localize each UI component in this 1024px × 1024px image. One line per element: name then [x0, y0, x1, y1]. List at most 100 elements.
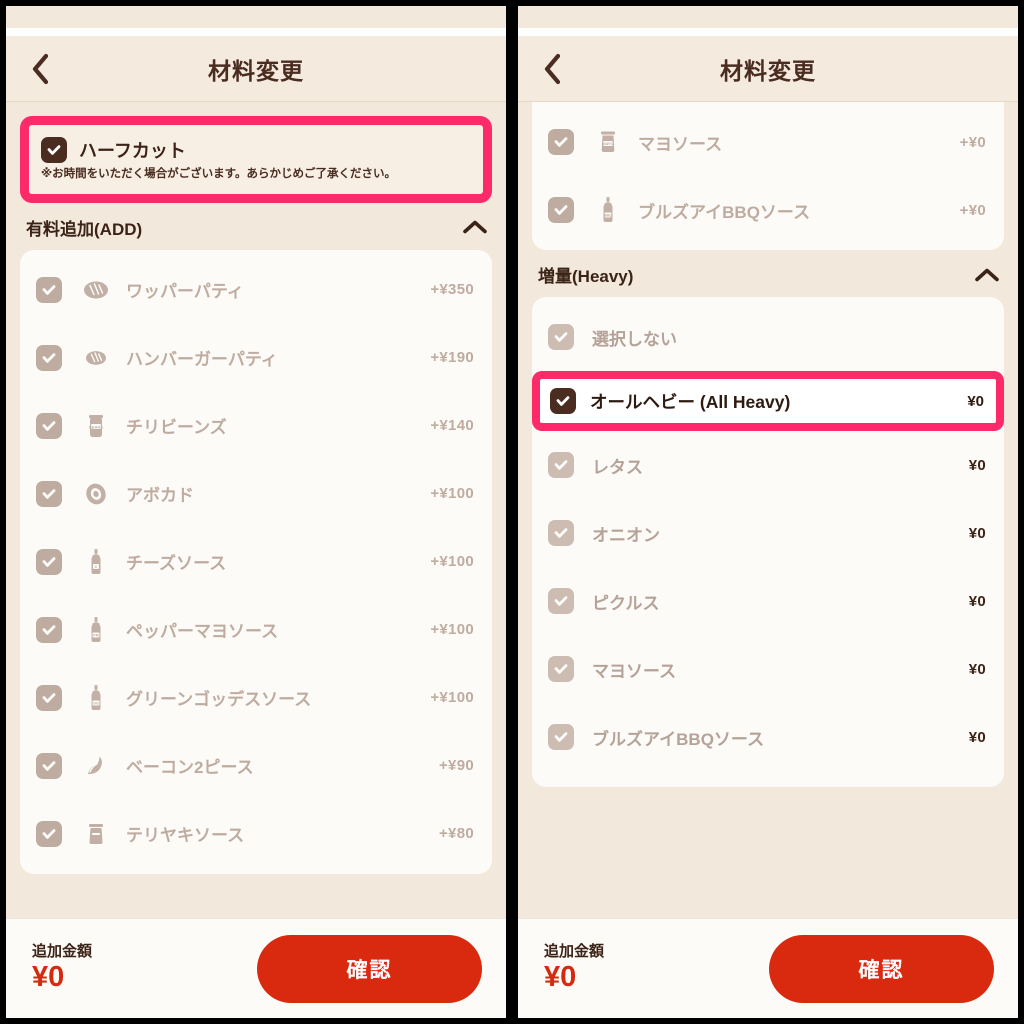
- item-checkbox[interactable]: [548, 724, 574, 750]
- table-row-none-option[interactable]: 選択しない: [532, 303, 1004, 371]
- page-title-left: 材料変更: [208, 57, 304, 84]
- check-icon: [46, 142, 62, 158]
- table-row[interactable]: テリヤキソース +¥80: [20, 800, 492, 868]
- table-row[interactable]: レタス ¥0: [532, 431, 1004, 499]
- table-row[interactable]: BEANS チリビーンズ +¥140: [20, 392, 492, 460]
- section-header-paid-add[interactable]: 有料追加(ADD): [20, 203, 492, 250]
- item-checkbox[interactable]: [36, 412, 62, 439]
- chevron-up-icon[interactable]: [974, 266, 1000, 284]
- right-scroll-body[interactable]: MAYO マヨソース +¥0 BBQ ブルズアイBBQソース +¥0 増量(He…: [518, 102, 1018, 918]
- paid-add-items-card: ワッパーパティ +¥350 ハンバーガーパティ +¥190 BEANS チリビー…: [20, 249, 492, 874]
- item-price: +¥100: [430, 689, 474, 707]
- table-row[interactable]: ハンバーガーパティ +¥190: [20, 324, 492, 392]
- item-checkbox[interactable]: [548, 197, 574, 223]
- back-button-left[interactable]: [20, 49, 60, 89]
- table-row[interactable]: ベーコン2ピース +¥90: [20, 732, 492, 800]
- back-button-right[interactable]: [532, 49, 572, 89]
- table-row[interactable]: アボカド +¥100: [20, 460, 492, 528]
- patty-icon: [76, 343, 116, 373]
- item-price: ¥0: [968, 592, 986, 610]
- item-price: +¥140: [430, 417, 474, 435]
- confirm-button-left[interactable]: 確認: [257, 934, 482, 1003]
- section-header-heavy[interactable]: 増量(Heavy): [532, 250, 1004, 297]
- item-label: レタス: [592, 457, 643, 477]
- halfcut-note: ※お時間をいただく場合がございます。あらかじめご了承ください。: [41, 168, 397, 180]
- left-phone-panel: 材料変更 ハーフカット ※お時間をいただく場合がございます。あらかじめご了承くだ…: [0, 0, 506, 1024]
- svg-text:C: C: [95, 564, 98, 569]
- item-checkbox[interactable]: [36, 820, 62, 847]
- table-row[interactable]: マヨソース ¥0: [532, 635, 1004, 703]
- item-label: テリヤキソース: [126, 826, 245, 846]
- table-row[interactable]: PM ペッパーマヨソース +¥100: [20, 596, 492, 664]
- item-price: +¥90: [439, 757, 474, 775]
- item-checkbox[interactable]: [548, 588, 574, 614]
- table-row[interactable]: BBQ ブルズアイBBQソース +¥0: [532, 176, 1004, 244]
- item-price: +¥190: [430, 349, 474, 367]
- patty-icon: [76, 275, 116, 305]
- table-row[interactable]: ブルズアイBBQソース ¥0: [532, 703, 1004, 771]
- white-band-right: [518, 28, 1018, 36]
- chevron-left-icon: [542, 53, 562, 85]
- item-label: ワッパーパティ: [126, 282, 244, 302]
- item-label: マヨソース: [638, 134, 723, 154]
- left-scroll-body[interactable]: ハーフカット ※お時間をいただく場合がございます。あらかじめご了承ください。 有…: [6, 102, 506, 918]
- all-heavy-option-row[interactable]: オールヘビー (All Heavy) ¥0: [540, 379, 996, 423]
- item-label: ブルズアイBBQソース: [592, 729, 765, 749]
- status-strip-right: [518, 6, 1018, 28]
- item-price: +¥0: [959, 133, 986, 151]
- item-price: ¥0: [968, 660, 986, 678]
- page-title-right: 材料変更: [720, 57, 816, 84]
- chevron-up-icon[interactable]: [462, 218, 488, 236]
- table-row[interactable]: ワッパーパティ +¥350: [20, 256, 492, 324]
- bbq-bottle-icon: BBQ: [588, 195, 628, 225]
- item-label: オニオン: [592, 525, 660, 545]
- item-checkbox[interactable]: [548, 656, 574, 682]
- item-checkbox[interactable]: [36, 616, 62, 643]
- item-checkbox[interactable]: [548, 520, 574, 546]
- halfcut-highlight-frame: ハーフカット ※お時間をいただく場合がございます。あらかじめご了承ください。: [20, 116, 492, 203]
- panel-divider: [509, 0, 515, 1024]
- app-header-left: 材料変更: [6, 36, 506, 102]
- item-checkbox[interactable]: [36, 276, 62, 303]
- item-price: +¥350: [430, 281, 474, 299]
- svg-text:MAYO: MAYO: [602, 142, 613, 146]
- all-heavy-checkbox[interactable]: [550, 388, 576, 414]
- item-checkbox[interactable]: [36, 344, 62, 371]
- additional-amount-label: 追加金額: [544, 943, 605, 961]
- item-price: +¥100: [430, 553, 474, 571]
- svg-text:BEANS: BEANS: [89, 424, 103, 429]
- additional-amount-label: 追加金額: [32, 943, 93, 961]
- item-checkbox[interactable]: [548, 452, 574, 478]
- all-heavy-price: ¥0: [967, 392, 984, 410]
- table-row[interactable]: ピクルス ¥0: [532, 567, 1004, 635]
- item-price: +¥100: [430, 485, 474, 503]
- item-price: ¥0: [968, 728, 986, 746]
- table-row[interactable]: C チーズソース +¥100: [20, 528, 492, 596]
- pepper-mayo-icon: PM: [76, 615, 116, 645]
- beans-can-icon: BEANS: [76, 411, 116, 441]
- svg-text:PM: PM: [93, 633, 98, 637]
- item-label: ブルズアイBBQソース: [638, 202, 811, 222]
- additional-amount-value: ¥0: [32, 960, 65, 993]
- status-strip-left: [6, 6, 506, 28]
- dual-screenshot-composite: 材料変更 ハーフカット ※お時間をいただく場合がございます。あらかじめご了承くだ…: [0, 0, 1024, 1024]
- item-checkbox[interactable]: [548, 129, 574, 155]
- item-checkbox[interactable]: [36, 684, 62, 711]
- halfcut-checkbox[interactable]: [41, 137, 67, 163]
- table-row[interactable]: GG グリーンゴッデスソース +¥100: [20, 664, 492, 732]
- confirm-button-right[interactable]: 確認: [769, 934, 994, 1003]
- additional-amount-block: 追加金額 ¥0: [32, 943, 92, 994]
- halfcut-option-row[interactable]: ハーフカット ※お時間をいただく場合がございます。あらかじめご了承ください。: [29, 125, 483, 194]
- item-checkbox[interactable]: [36, 548, 62, 575]
- section-title-paid-add: 有料追加(ADD): [26, 219, 143, 239]
- all-heavy-highlight-frame: オールヘビー (All Heavy) ¥0: [532, 371, 1004, 431]
- green-goddess-icon: GG: [76, 683, 116, 713]
- card-bottom-spacer: [532, 771, 1004, 781]
- table-row[interactable]: MAYO マヨソース +¥0: [532, 108, 1004, 176]
- app-header-right: 材料変更: [518, 36, 1018, 102]
- item-checkbox[interactable]: [36, 752, 62, 779]
- heavy-items-card: 選択しない オールヘビー (All Heavy) ¥0 レタス ¥0 オニオン …: [532, 297, 1004, 787]
- table-row[interactable]: オニオン ¥0: [532, 499, 1004, 567]
- item-checkbox[interactable]: [548, 324, 574, 350]
- item-checkbox[interactable]: [36, 480, 62, 507]
